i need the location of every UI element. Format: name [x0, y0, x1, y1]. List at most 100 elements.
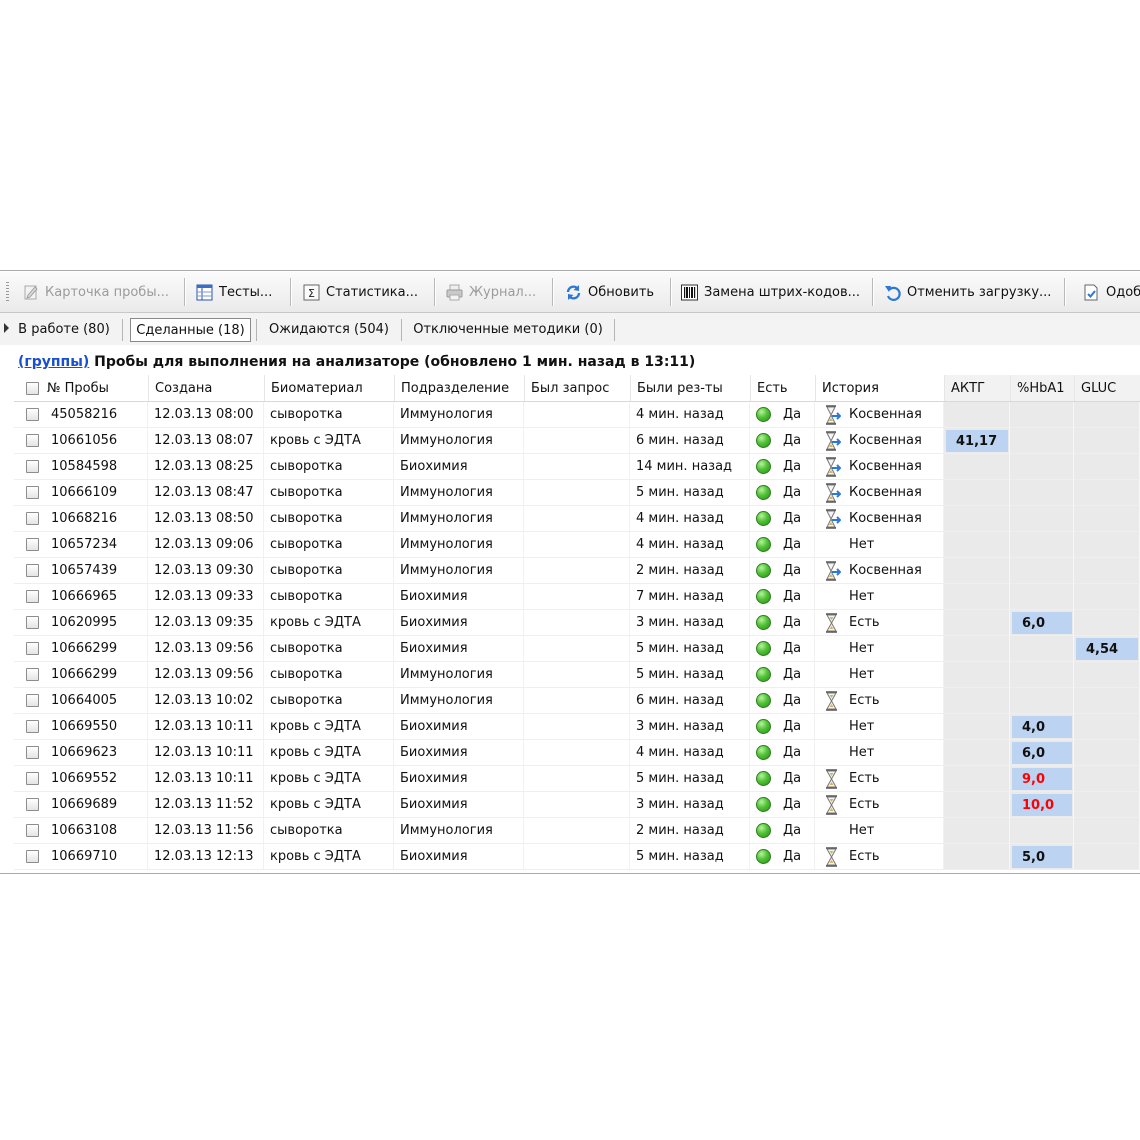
- results-time-text: 5 мин. назад: [636, 667, 724, 682]
- column-header-department[interactable]: Подразделение: [394, 375, 524, 401]
- row-checkbox[interactable]: [26, 512, 39, 525]
- sample-card-button[interactable]: Карточка пробы...: [22, 277, 180, 307]
- column-header-sample-number[interactable]: № Пробы: [14, 375, 148, 401]
- row-checkbox[interactable]: [26, 460, 39, 473]
- hourglass-icon[interactable]: [823, 612, 841, 633]
- hourglass-icon[interactable]: [823, 794, 841, 815]
- table-row[interactable]: 10584598 12.03.13 08:25 сыворотка Биохимия 1…: [14, 454, 1140, 480]
- statistics-button[interactable]: Σ Статистика...: [303, 277, 427, 307]
- table-row[interactable]: 10664005 12.03.13 10:02 сыворотка Иммунолог…: [14, 688, 1140, 714]
- table-row[interactable]: 10668216 12.03.13 08:50 сыворотка Иммунолог…: [14, 506, 1140, 532]
- table-row[interactable]: 10657234 12.03.13 09:06 сыворотка Иммунолог…: [14, 532, 1140, 558]
- result-value[interactable]: 9,0: [1012, 768, 1072, 790]
- department-cell: Биохимия: [394, 714, 524, 740]
- department-text: Иммунология: [400, 667, 493, 682]
- tab-separator: [401, 319, 402, 341]
- table-row[interactable]: 10657439 12.03.13 09:30 сыворотка Иммунолог…: [14, 558, 1140, 584]
- column-header-hba1[interactable]: %HbA1: [1010, 375, 1074, 401]
- table-row[interactable]: 10663108 12.03.13 11:56 сыворотка Иммунолог…: [14, 818, 1140, 844]
- groups-link[interactable]: (группы): [18, 354, 89, 370]
- row-checkbox[interactable]: [26, 408, 39, 421]
- table-row[interactable]: 10669550 12.03.13 10:11 кровь с ЭДТА Биохим…: [14, 714, 1140, 740]
- result-value[interactable]: 5,0: [1012, 846, 1072, 868]
- select-all-checkbox[interactable]: [26, 381, 39, 395]
- row-checkbox[interactable]: [26, 746, 39, 759]
- cancel-load-label: Отменить загрузку...: [907, 284, 1052, 300]
- hourglass-icon[interactable]: [823, 690, 841, 711]
- result-value[interactable]: 41,17: [946, 430, 1008, 452]
- result-value[interactable]: 6,0: [1012, 742, 1072, 764]
- row-checkbox[interactable]: [26, 694, 39, 707]
- hourglass-arrow-icon[interactable]: [823, 508, 842, 529]
- column-header-gluc[interactable]: GLUC: [1074, 375, 1140, 401]
- created-cell: 12.03.13 09:33: [148, 584, 264, 610]
- row-checkbox[interactable]: [26, 538, 39, 551]
- row-checkbox[interactable]: [26, 564, 39, 577]
- hourglass-arrow-icon[interactable]: [823, 560, 842, 581]
- column-header-results[interactable]: Были рез-ты: [630, 375, 750, 401]
- table-row[interactable]: 10666109 12.03.13 08:47 сыворотка Иммунолог…: [14, 480, 1140, 506]
- hourglass-arrow-icon[interactable]: [823, 482, 842, 503]
- refresh-button[interactable]: Обновить: [565, 277, 665, 307]
- row-checkbox[interactable]: [26, 486, 39, 499]
- history-text: Нет: [849, 823, 875, 838]
- row-checkbox[interactable]: [26, 434, 39, 447]
- hourglass-arrow-icon[interactable]: [823, 404, 842, 425]
- row-checkbox[interactable]: [26, 668, 39, 681]
- table-row[interactable]: 10666965 12.03.13 09:33 сыворотка Биохимия 7…: [14, 584, 1140, 610]
- column-header-biomaterial[interactable]: Биоматериал: [264, 375, 394, 401]
- sample-number-text: 10661056: [51, 433, 118, 448]
- tests-button[interactable]: Тесты...: [196, 277, 284, 307]
- panel-expand-arrow-icon[interactable]: [4, 323, 9, 333]
- column-header-available[interactable]: Есть: [750, 375, 815, 401]
- hourglass-arrow-icon[interactable]: [823, 430, 842, 451]
- row-checkbox[interactable]: [26, 616, 39, 629]
- table-row[interactable]: 45058216 12.03.13 08:00 сыворотка Иммунолог…: [14, 402, 1140, 428]
- tab-done[interactable]: Сделанные (18): [130, 318, 251, 342]
- table-row[interactable]: 10661056 12.03.13 08:07 кровь с ЭДТА Иммуно…: [14, 428, 1140, 454]
- tab-in-progress[interactable]: В работе (80): [14, 317, 114, 341]
- row-checkbox[interactable]: [26, 772, 39, 785]
- column-header-created[interactable]: Создана: [148, 375, 264, 401]
- approve-button[interactable]: Одоб: [1083, 277, 1140, 307]
- result-value[interactable]: 10,0: [1012, 794, 1072, 816]
- created-cell: 12.03.13 09:06: [148, 532, 264, 558]
- table-row[interactable]: 10666299 12.03.13 09:56 сыворотка Биохимия 5…: [14, 636, 1140, 662]
- journal-button[interactable]: Журнал...: [446, 277, 546, 307]
- svg-text:Σ: Σ: [308, 287, 315, 300]
- toolbar-grip[interactable]: [6, 282, 9, 302]
- aktg-cell: [944, 714, 1010, 740]
- row-checkbox[interactable]: [26, 720, 39, 733]
- result-value[interactable]: 4,54: [1076, 638, 1138, 660]
- biomaterial-text: кровь с ЭДТА: [270, 771, 361, 786]
- table-row[interactable]: 10666299 12.03.13 09:56 сыворотка Иммунолог…: [14, 662, 1140, 688]
- table-row[interactable]: 10669689 12.03.13 11:52 кровь с ЭДТА Биохим…: [14, 792, 1140, 818]
- row-checkbox[interactable]: [26, 642, 39, 655]
- hourglass-arrow-icon[interactable]: [823, 456, 842, 477]
- table-row[interactable]: 10669623 12.03.13 10:11 кровь с ЭДТА Биохим…: [14, 740, 1140, 766]
- department-text: Иммунология: [400, 537, 493, 552]
- biomaterial-text: кровь с ЭДТА: [270, 719, 361, 734]
- created-text: 12.03.13 09:33: [154, 589, 254, 604]
- column-header-aktg[interactable]: АКТГ: [944, 375, 1010, 401]
- table-row[interactable]: 10620995 12.03.13 09:35 кровь с ЭДТА Биохим…: [14, 610, 1140, 636]
- column-header-history[interactable]: История: [815, 375, 944, 401]
- biomaterial-cell: кровь с ЭДТА: [264, 766, 394, 792]
- column-header-requested[interactable]: Был запрос: [524, 375, 630, 401]
- gluc-cell: [1074, 766, 1140, 792]
- department-cell: Биохимия: [394, 584, 524, 610]
- cancel-load-button[interactable]: Отменить загрузку...: [884, 277, 1056, 307]
- row-checkbox[interactable]: [26, 590, 39, 603]
- row-checkbox[interactable]: [26, 824, 39, 837]
- table-row[interactable]: 10669710 12.03.13 12:13 кровь с ЭДТА Биохим…: [14, 844, 1140, 870]
- row-checkbox[interactable]: [26, 798, 39, 811]
- hourglass-icon[interactable]: [823, 768, 841, 789]
- result-value[interactable]: 6,0: [1012, 612, 1072, 634]
- tab-expected[interactable]: Ожидаются (504): [264, 317, 394, 341]
- result-value[interactable]: 4,0: [1012, 716, 1072, 738]
- replace-barcodes-button[interactable]: Замена штрих-кодов...: [681, 277, 865, 307]
- row-checkbox[interactable]: [26, 850, 39, 863]
- tab-disabled-methods[interactable]: Отключенные методики (0): [408, 317, 608, 341]
- table-row[interactable]: 10669552 12.03.13 10:11 кровь с ЭДТА Биохим…: [14, 766, 1140, 792]
- hourglass-icon[interactable]: [823, 846, 841, 867]
